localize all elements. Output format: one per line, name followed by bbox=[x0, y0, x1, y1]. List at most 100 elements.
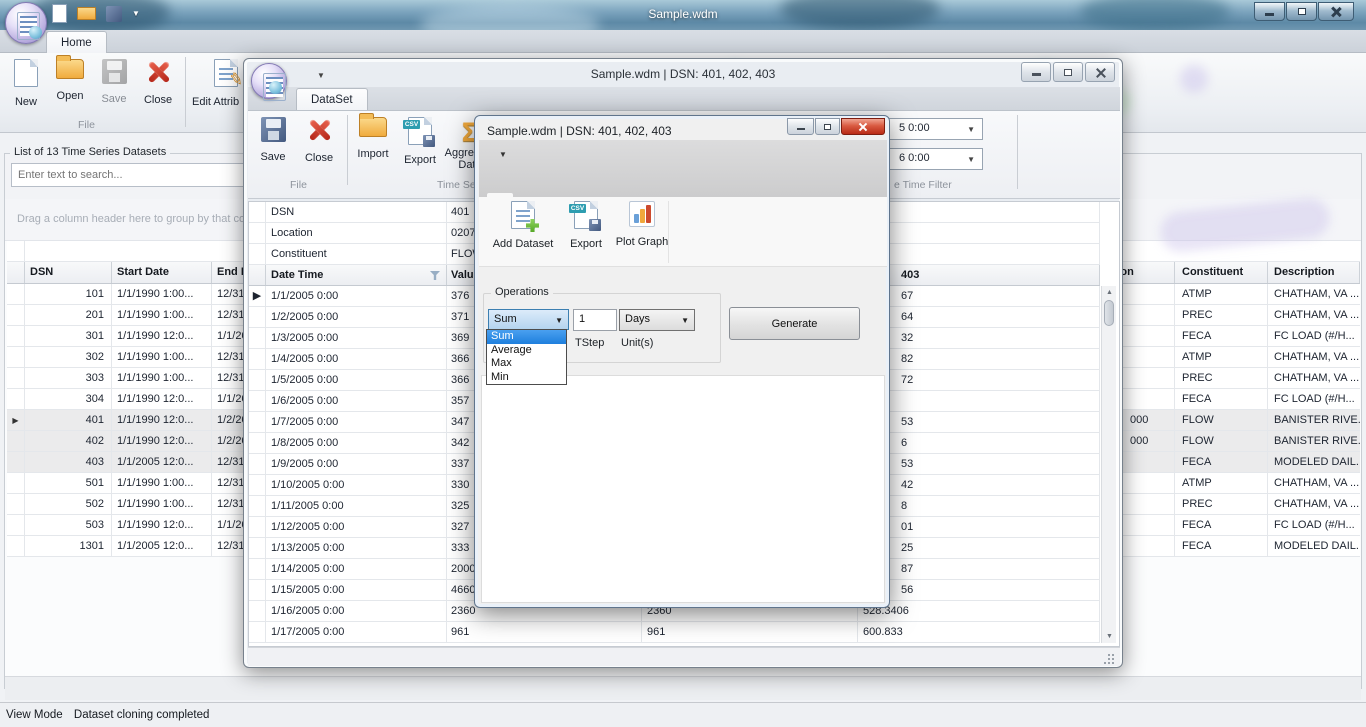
bar-red bbox=[646, 205, 651, 223]
cell-date-time: 1/8/2005 0:00 bbox=[266, 433, 447, 453]
cell-dsn: 1301 bbox=[25, 536, 112, 556]
dialog-maximize-button[interactable] bbox=[815, 118, 840, 135]
tab-dataset[interactable]: DataSet bbox=[296, 88, 368, 110]
column-header-value-403[interactable]: 403 bbox=[858, 265, 1100, 285]
cell-description: MODELED DAIL... bbox=[1268, 452, 1360, 472]
cell-value-403: 6 bbox=[858, 433, 1100, 453]
tab-home[interactable]: Home bbox=[46, 31, 107, 53]
qat-dropdown-icon[interactable]: ▼ bbox=[132, 9, 140, 18]
column-header-constituent[interactable]: Constituent bbox=[1175, 262, 1268, 283]
dropdown-option-max[interactable]: Max bbox=[487, 357, 566, 371]
child-window-title: Sample.wdm | DSN: 401, 402, 403 bbox=[244, 67, 1122, 81]
cell-start-date: 1/1/2005 12:0... bbox=[112, 452, 212, 472]
row-indicator: ▶ bbox=[249, 286, 266, 306]
scrollbar-thumb[interactable] bbox=[1104, 300, 1114, 326]
child-close-button[interactable] bbox=[1085, 62, 1115, 82]
add-dataset-button[interactable]: Add Dataset bbox=[485, 201, 561, 250]
dialog-qat-dropdown-icon[interactable]: ▼ bbox=[499, 150, 507, 159]
cell-value-403: 53 bbox=[858, 454, 1100, 474]
app-logo-icon[interactable] bbox=[5, 2, 47, 44]
save-floppy-icon bbox=[102, 59, 127, 84]
row-indicator bbox=[249, 349, 266, 369]
cell-dsn: 101 bbox=[25, 284, 112, 304]
column-header-date-time[interactable]: Date Time bbox=[266, 265, 447, 285]
dropdown-option-sum[interactable]: Sum bbox=[487, 330, 566, 344]
qat-open-icon[interactable] bbox=[77, 7, 96, 20]
cell-start-date: 1/1/1990 1:00... bbox=[112, 347, 212, 367]
cell-value-403: 64 bbox=[858, 307, 1100, 327]
generate-button[interactable]: Generate bbox=[729, 307, 860, 340]
qat-save-icon[interactable] bbox=[106, 6, 122, 22]
scroll-up-icon[interactable]: ▲ bbox=[1102, 289, 1117, 296]
column-header-start-date[interactable]: Start Date bbox=[112, 262, 212, 283]
cell-description: CHATHAM, VA ... bbox=[1268, 368, 1360, 388]
dialog-close-button[interactable] bbox=[841, 118, 885, 135]
qat-new-icon[interactable] bbox=[52, 4, 67, 23]
child-qat-dropdown-icon[interactable]: ▼ bbox=[317, 71, 325, 80]
save-floppy-icon bbox=[261, 117, 286, 142]
plot-graph-button[interactable]: Plot Graph bbox=[611, 201, 673, 248]
cell-description: CHATHAM, VA ... bbox=[1268, 305, 1360, 325]
minimize-button[interactable] bbox=[1254, 2, 1285, 21]
restore-button[interactable] bbox=[1286, 2, 1317, 21]
child-app-logo-icon[interactable] bbox=[251, 63, 287, 99]
scroll-down-icon[interactable]: ▼ bbox=[1102, 633, 1117, 640]
save-button[interactable]: Save bbox=[92, 57, 136, 119]
add-dataset-icon bbox=[511, 201, 535, 229]
timeseries-row[interactable]: 1/17/2005 0:00961961600.833 bbox=[249, 622, 1100, 643]
mini-floppy-icon bbox=[589, 219, 601, 231]
filter-funnel-icon[interactable] bbox=[430, 271, 440, 280]
resize-grip[interactable] bbox=[1105, 654, 1114, 663]
status-message: Dataset cloning completed bbox=[74, 709, 210, 721]
column-header-dsn[interactable]: DSN bbox=[25, 262, 112, 283]
cell-dsn: 402 bbox=[25, 431, 112, 451]
cell-value-403: 01 bbox=[858, 517, 1100, 537]
export-button[interactable]: CSV Export bbox=[398, 115, 442, 177]
row-indicator bbox=[7, 431, 25, 451]
new-button[interactable]: New bbox=[4, 57, 48, 119]
cell-start-date: 1/1/1990 1:00... bbox=[112, 368, 212, 388]
close-file-button[interactable]: Close bbox=[136, 57, 180, 119]
cell-date-time: 1/3/2005 0:00 bbox=[266, 328, 447, 348]
filter-from-value: 5 0:00 bbox=[899, 122, 930, 134]
child-save-button[interactable]: Save bbox=[251, 115, 295, 177]
child-close-dataset-button[interactable]: Close bbox=[297, 115, 341, 177]
row-indicator bbox=[7, 368, 25, 388]
cell-start-date: 1/1/2005 12:0... bbox=[112, 536, 212, 556]
mini-floppy-icon bbox=[423, 135, 435, 147]
row-indicator bbox=[249, 496, 266, 516]
close-icon bbox=[859, 123, 867, 131]
cell-dsn: 303 bbox=[25, 368, 112, 388]
cell-date-time: 1/1/2005 0:00 bbox=[266, 286, 447, 306]
dialog-ribbon: Add Dataset CSV Export Plot Graph bbox=[479, 197, 887, 267]
row-indicator bbox=[249, 223, 266, 243]
child-maximize-button[interactable] bbox=[1053, 62, 1083, 82]
attribute-label: DSN bbox=[266, 202, 447, 222]
row-indicator bbox=[249, 391, 266, 411]
unit-combobox[interactable]: Days ▼ bbox=[619, 309, 695, 331]
dropdown-option-min[interactable]: Min bbox=[487, 371, 566, 385]
cell-description: CHATHAM, VA ... bbox=[1268, 473, 1360, 493]
new-document-icon bbox=[14, 59, 38, 87]
import-button[interactable]: Import bbox=[350, 115, 396, 177]
cell-dsn: 302 bbox=[25, 347, 112, 367]
child-minimize-button[interactable] bbox=[1021, 62, 1051, 82]
tstep-input[interactable]: 1 bbox=[573, 309, 617, 331]
chevron-down-icon: ▼ bbox=[967, 155, 975, 164]
column-header-description[interactable]: Description bbox=[1268, 262, 1360, 283]
open-button[interactable]: Open bbox=[48, 57, 92, 119]
cell-date-time: 1/6/2005 0:00 bbox=[266, 391, 447, 411]
row-indicator bbox=[249, 580, 266, 600]
dialog-export-button[interactable]: CSV Export bbox=[563, 201, 609, 250]
group-separator bbox=[1017, 115, 1018, 189]
cell-value-403: 82 bbox=[858, 349, 1100, 369]
chevron-down-icon: ▼ bbox=[681, 316, 689, 325]
main-ribbon-tabstrip: Home bbox=[0, 30, 1366, 53]
dropdown-option-average[interactable]: Average bbox=[487, 344, 566, 358]
dialog-minimize-button[interactable] bbox=[787, 118, 814, 135]
close-button[interactable] bbox=[1318, 2, 1354, 21]
dialog-title: Sample.wdm | DSN: 401, 402, 403 bbox=[487, 124, 672, 138]
cell-description: FC LOAD (#/H... bbox=[1268, 515, 1360, 535]
operation-combobox[interactable]: Sum ▼ bbox=[488, 309, 569, 330]
grid-vertical-scrollbar[interactable]: ▲ ▼ bbox=[1101, 286, 1116, 643]
